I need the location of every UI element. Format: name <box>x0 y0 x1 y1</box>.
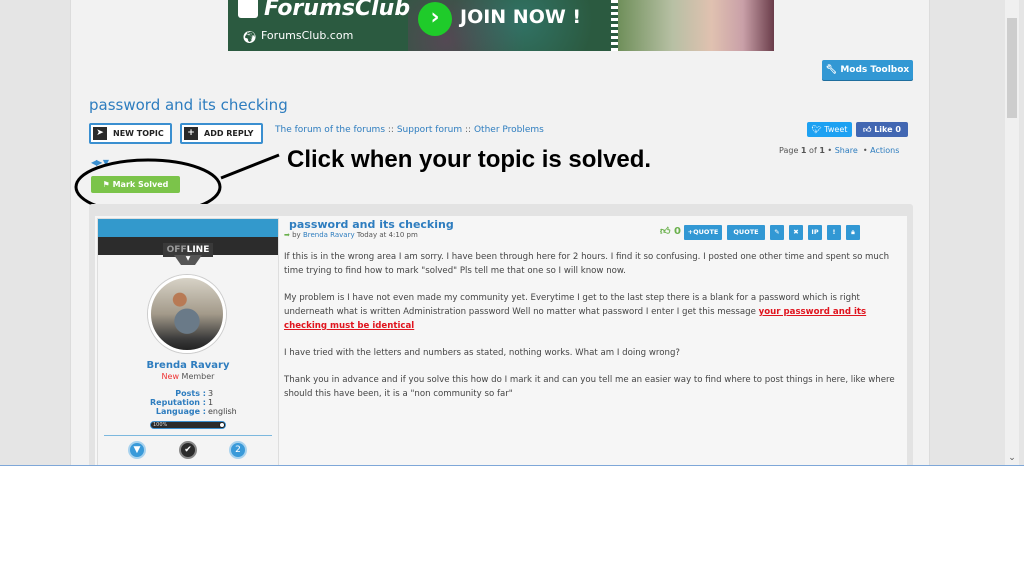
add-reply-label: ADD REPLY <box>204 129 254 138</box>
wrench-icon: 🔧︎ <box>825 65 841 75</box>
stat-language-label: Language : <box>155 407 206 416</box>
tweet-label: Tweet <box>824 125 848 134</box>
breadcrumb-item[interactable]: Other Problems <box>474 125 544 135</box>
report-button[interactable]: ! <box>827 225 841 240</box>
new-topic-icon: ➤ <box>93 127 107 140</box>
profile-toggle-icon[interactable]: ▼ <box>174 255 202 265</box>
stat-language-value: english <box>208 407 237 416</box>
progress-label: 100% <box>153 422 168 428</box>
post-time: Today at 4:10 pm <box>356 231 418 239</box>
stat-posts-label: Posts : <box>175 389 206 398</box>
post-title[interactable]: password and its checking <box>289 218 454 231</box>
like-count: 0 <box>673 226 681 237</box>
post-paragraph: Thank you in advance and if you solve th… <box>284 375 895 399</box>
scroll-down-arrow-icon[interactable]: ⌄ <box>1005 452 1019 464</box>
actions-link[interactable]: Actions <box>870 146 899 155</box>
thumbs-up-icon: 👍︎ <box>863 125 875 134</box>
stat-posts-value: 3 <box>208 389 214 398</box>
page-current: 1 <box>800 146 807 155</box>
ad-banner[interactable]: ForumsClub 🌍︎ ForumsClub.com › JOIN NOW … <box>228 0 774 51</box>
banner-photo <box>618 0 774 51</box>
mods-toolbox-button[interactable]: 🔧︎ Mods Toolbox <box>822 60 913 80</box>
profile-header <box>98 219 278 237</box>
like-label: Like 0 <box>874 125 901 134</box>
badge-check-icon[interactable]: ✔ <box>179 441 197 459</box>
status-off: OFF <box>166 245 187 255</box>
page-of: of <box>809 146 817 155</box>
pagination-info: Page 1 of 1 • Share • Actions <box>779 146 900 155</box>
edit-icon[interactable]: ✎ <box>770 225 784 240</box>
post-paragraph: My problem is I have not even made my co… <box>284 291 902 333</box>
tweet-button[interactable]: 🐦︎ Tweet <box>807 122 852 137</box>
annotation-text: Click when your topic is solved. <box>287 146 652 173</box>
forum-page: ForumsClub 🌍︎ ForumsClub.com › JOIN NOW … <box>70 0 930 466</box>
profile-progress-bar: 100% <box>150 421 226 429</box>
post: OFFLINE ▼ Brenda Ravary New Member Posts… <box>95 216 907 466</box>
topic-title[interactable]: password and its checking <box>89 96 288 114</box>
chevron-right-icon[interactable]: › <box>418 2 452 36</box>
plus-icon: + <box>184 127 198 140</box>
divider <box>104 435 272 436</box>
share-link[interactable]: Share <box>835 146 858 155</box>
breadcrumb-item[interactable]: The forum of the forums <box>275 125 385 135</box>
stat-reputation-label: Reputation : <box>150 398 206 407</box>
post-container: OFFLINE ▼ Brenda Ravary New Member Posts… <box>89 204 913 466</box>
author-rank: New Member <box>98 372 278 381</box>
page-prefix: Page <box>779 146 799 155</box>
post-body: If this is in the wrong area I am sorry.… <box>284 250 902 414</box>
breadcrumb: The forum of the forums :: Support forum… <box>275 125 544 135</box>
rank-member: Member <box>181 372 215 381</box>
new-topic-label: NEW TOPIC <box>113 129 164 138</box>
vertical-scrollbar[interactable]: ⌄ <box>1005 0 1019 465</box>
online-status: OFFLINE <box>162 243 214 257</box>
post-author-link[interactable]: Brenda Ravary <box>303 231 355 239</box>
post-paragraph: I have tried with the letters and number… <box>284 348 680 358</box>
mods-toolbox-label: Mods Toolbox <box>840 65 910 75</box>
like-post-button[interactable]: 👍︎ 0 <box>660 225 682 237</box>
ip-button[interactable]: IP <box>808 225 822 240</box>
facebook-like-button[interactable]: 👍︎ Like 0 <box>856 122 908 137</box>
twitter-icon: 🐦︎ <box>811 125 825 134</box>
chat-bubble-icon <box>238 0 258 18</box>
banner-brand: ForumsClub <box>264 0 411 21</box>
badge-shield-icon[interactable]: ▼ <box>128 441 146 459</box>
thumbs-up-icon: 👍︎ <box>660 226 671 237</box>
divider <box>104 465 272 466</box>
post-meta: ➡ by Brenda Ravary Today at 4:10 pm <box>284 231 418 239</box>
rank-new: New <box>161 372 179 381</box>
globe-icon: 🌍︎ <box>242 30 258 44</box>
browser-viewport: ForumsClub 🌍︎ ForumsClub.com › JOIN NOW … <box>0 0 1024 466</box>
page-total: 1 <box>819 146 825 155</box>
author-username[interactable]: Brenda Ravary <box>98 360 278 371</box>
scrollbar-thumb[interactable] <box>1007 18 1017 118</box>
delete-icon[interactable]: ✖ <box>789 225 803 240</box>
post-by: by <box>292 231 301 239</box>
annotation-pointer-line <box>220 153 280 180</box>
stat-reputation-value: 1 <box>208 398 214 407</box>
banner-url: ForumsClub.com <box>261 29 354 42</box>
multi-quote-button[interactable]: +QUOTE <box>684 225 722 240</box>
online-status-bar: OFFLINE <box>98 237 278 257</box>
avatar[interactable] <box>148 275 226 353</box>
post-paragraph: If this is in the wrong area I am sorry.… <box>284 252 890 276</box>
status-line: LINE <box>186 245 210 255</box>
breadcrumb-separator: :: <box>387 125 394 135</box>
arrow-right-icon: ➡ <box>284 231 290 239</box>
breadcrumb-item[interactable]: Support forum <box>397 125 462 135</box>
progress-knob <box>219 422 225 428</box>
breadcrumb-separator: :: <box>465 125 472 135</box>
lock-icon[interactable]: 🔒︎ <box>846 225 860 240</box>
quote-button[interactable]: QUOTE <box>727 225 765 240</box>
badge-medal-icon[interactable]: 2 <box>229 441 247 459</box>
join-now-button[interactable]: JOIN NOW ! <box>460 6 581 28</box>
author-profile: OFFLINE ▼ Brenda Ravary New Member Posts… <box>97 218 279 466</box>
